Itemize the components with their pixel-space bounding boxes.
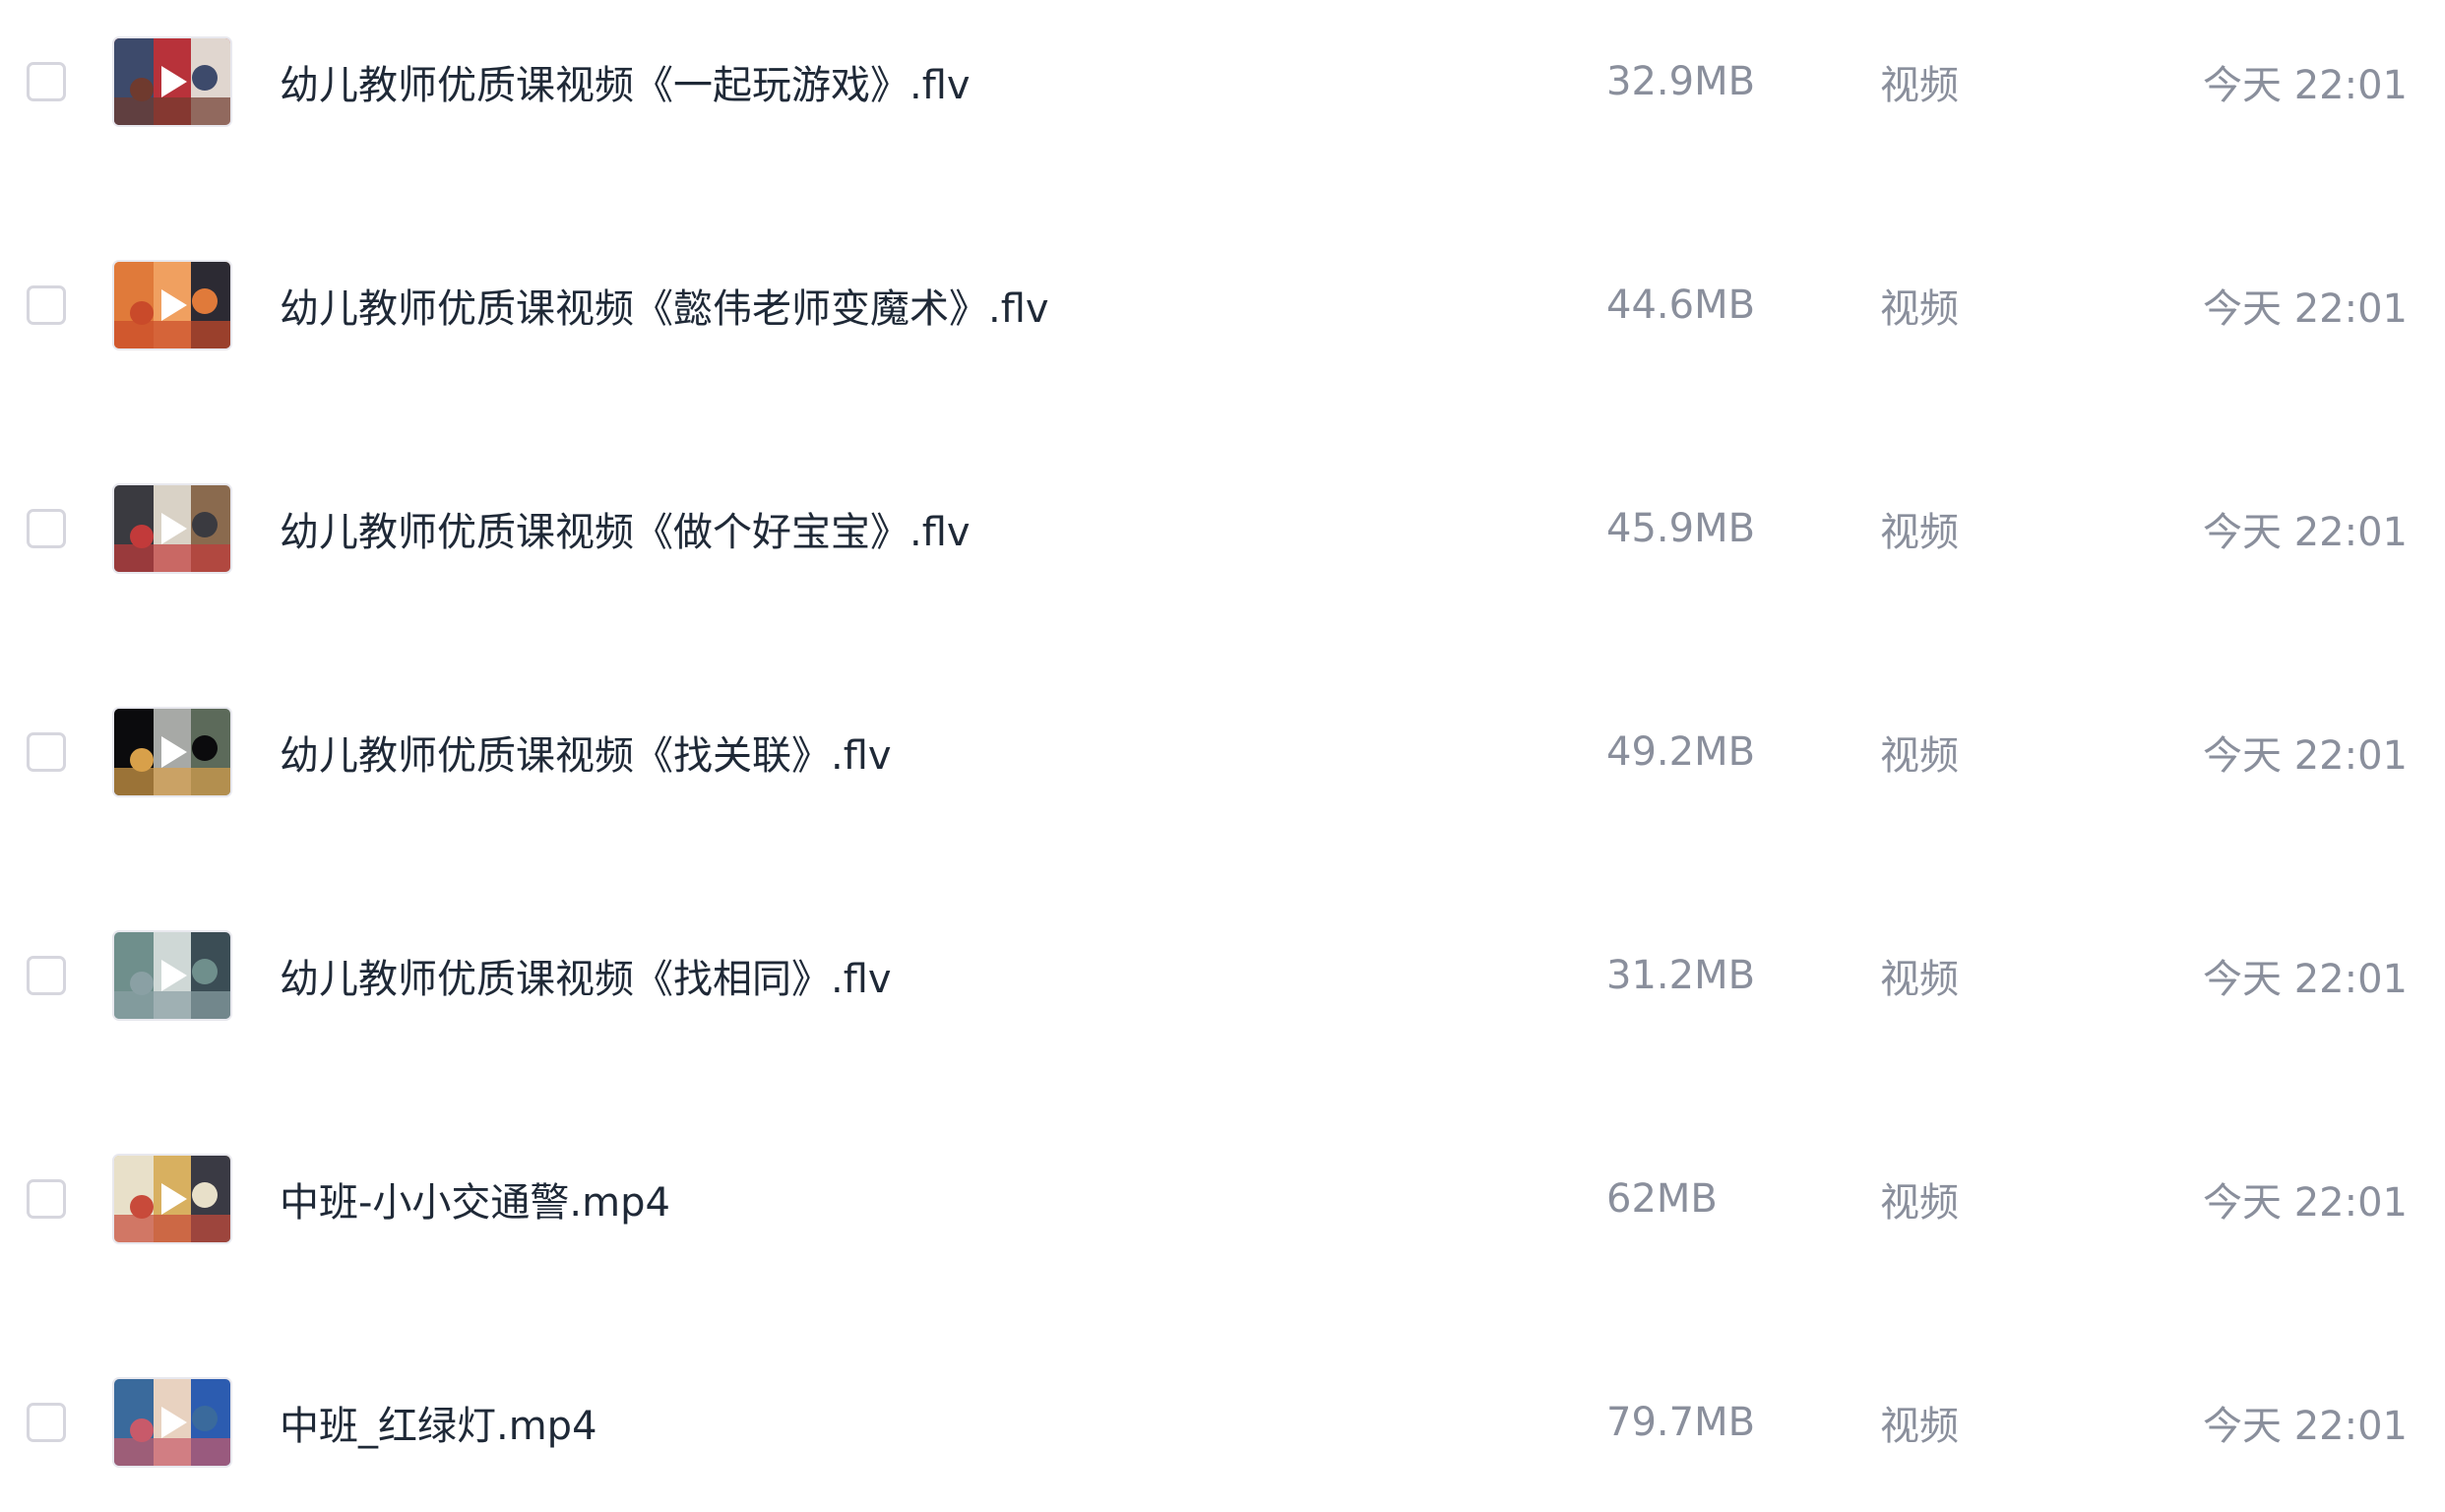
file-name[interactable]: 中班_红绿灯.mp4 xyxy=(280,1394,597,1451)
file-type: 视频 xyxy=(1880,63,1959,108)
video-thumbnail[interactable] xyxy=(114,38,230,125)
file-modified-time: 今天 22:01 xyxy=(2203,1404,2408,1449)
file-row[interactable]: 中班_红绿灯.mp4 79.7MB 视频 今天 22:01 xyxy=(0,1333,2445,1512)
file-modified-time: 今天 22:01 xyxy=(2203,1180,2408,1226)
file-modified-time: 今天 22:01 xyxy=(2203,957,2408,1002)
thumbnail-image xyxy=(114,1156,230,1242)
file-type: 视频 xyxy=(1880,957,1959,1002)
row-checkbox[interactable] xyxy=(27,1179,66,1219)
video-thumbnail[interactable] xyxy=(114,932,230,1019)
row-checkbox[interactable] xyxy=(27,1403,66,1442)
file-list: 幼儿教师优质课视频《一起玩游戏》.flv 32.9MB 视频 今天 22:01 … xyxy=(0,0,2445,1466)
thumbnail-image xyxy=(114,1379,230,1466)
file-size: 32.9MB xyxy=(1606,59,1756,104)
file-type: 视频 xyxy=(1880,286,1959,332)
row-checkbox[interactable] xyxy=(27,285,66,325)
video-thumbnail[interactable] xyxy=(114,1379,230,1466)
row-checkbox[interactable] xyxy=(27,62,66,101)
thumbnail-image xyxy=(114,932,230,1019)
thumbnail-image xyxy=(114,262,230,348)
file-name[interactable]: 幼儿教师优质课视频《做个好宝宝》.flv xyxy=(280,500,971,557)
video-thumbnail[interactable] xyxy=(114,262,230,348)
file-size: 44.6MB xyxy=(1606,283,1756,328)
file-type: 视频 xyxy=(1880,1180,1959,1226)
file-row[interactable]: 幼儿教师优质课视频《懿伟老师变魔术》.flv 44.6MB 视频 今天 22:0… xyxy=(0,216,2445,395)
video-thumbnail[interactable] xyxy=(114,1156,230,1242)
file-type: 视频 xyxy=(1880,510,1959,555)
video-thumbnail[interactable] xyxy=(114,709,230,795)
thumbnail-image xyxy=(114,38,230,125)
file-type: 视频 xyxy=(1880,733,1959,779)
file-modified-time: 今天 22:01 xyxy=(2203,286,2408,332)
file-size: 79.7MB xyxy=(1606,1400,1756,1445)
thumbnail-image xyxy=(114,709,230,795)
row-checkbox[interactable] xyxy=(27,509,66,548)
video-thumbnail[interactable] xyxy=(114,485,230,572)
file-size: 31.2MB xyxy=(1606,953,1756,998)
file-row[interactable]: 幼儿教师优质课视频《找相同》.flv 31.2MB 视频 今天 22:01 xyxy=(0,886,2445,1065)
row-checkbox[interactable] xyxy=(27,732,66,772)
row-checkbox[interactable] xyxy=(27,956,66,995)
file-row[interactable]: 中班-小小交通警.mp4 62MB 视频 今天 22:01 xyxy=(0,1109,2445,1289)
file-row[interactable]: 幼儿教师优质课视频《找关联》.flv 49.2MB 视频 今天 22:01 xyxy=(0,662,2445,842)
file-modified-time: 今天 22:01 xyxy=(2203,733,2408,779)
file-name[interactable]: 幼儿教师优质课视频《找相同》.flv xyxy=(280,947,892,1004)
file-size: 45.9MB xyxy=(1606,506,1756,551)
file-name[interactable]: 幼儿教师优质课视频《一起玩游戏》.flv xyxy=(280,53,971,110)
file-size: 49.2MB xyxy=(1606,729,1756,775)
file-type: 视频 xyxy=(1880,1404,1959,1449)
file-name[interactable]: 中班-小小交通警.mp4 xyxy=(280,1170,670,1228)
file-size: 62MB xyxy=(1606,1176,1718,1222)
file-name[interactable]: 幼儿教师优质课视频《懿伟老师变魔术》.flv xyxy=(280,277,1049,334)
file-modified-time: 今天 22:01 xyxy=(2203,63,2408,108)
file-row[interactable]: 幼儿教师优质课视频《做个好宝宝》.flv 45.9MB 视频 今天 22:01 xyxy=(0,439,2445,618)
file-name[interactable]: 幼儿教师优质课视频《找关联》.flv xyxy=(280,724,892,781)
file-row[interactable]: 幼儿教师优质课视频《一起玩游戏》.flv 32.9MB 视频 今天 22:01 xyxy=(0,0,2445,171)
file-modified-time: 今天 22:01 xyxy=(2203,510,2408,555)
thumbnail-image xyxy=(114,485,230,572)
